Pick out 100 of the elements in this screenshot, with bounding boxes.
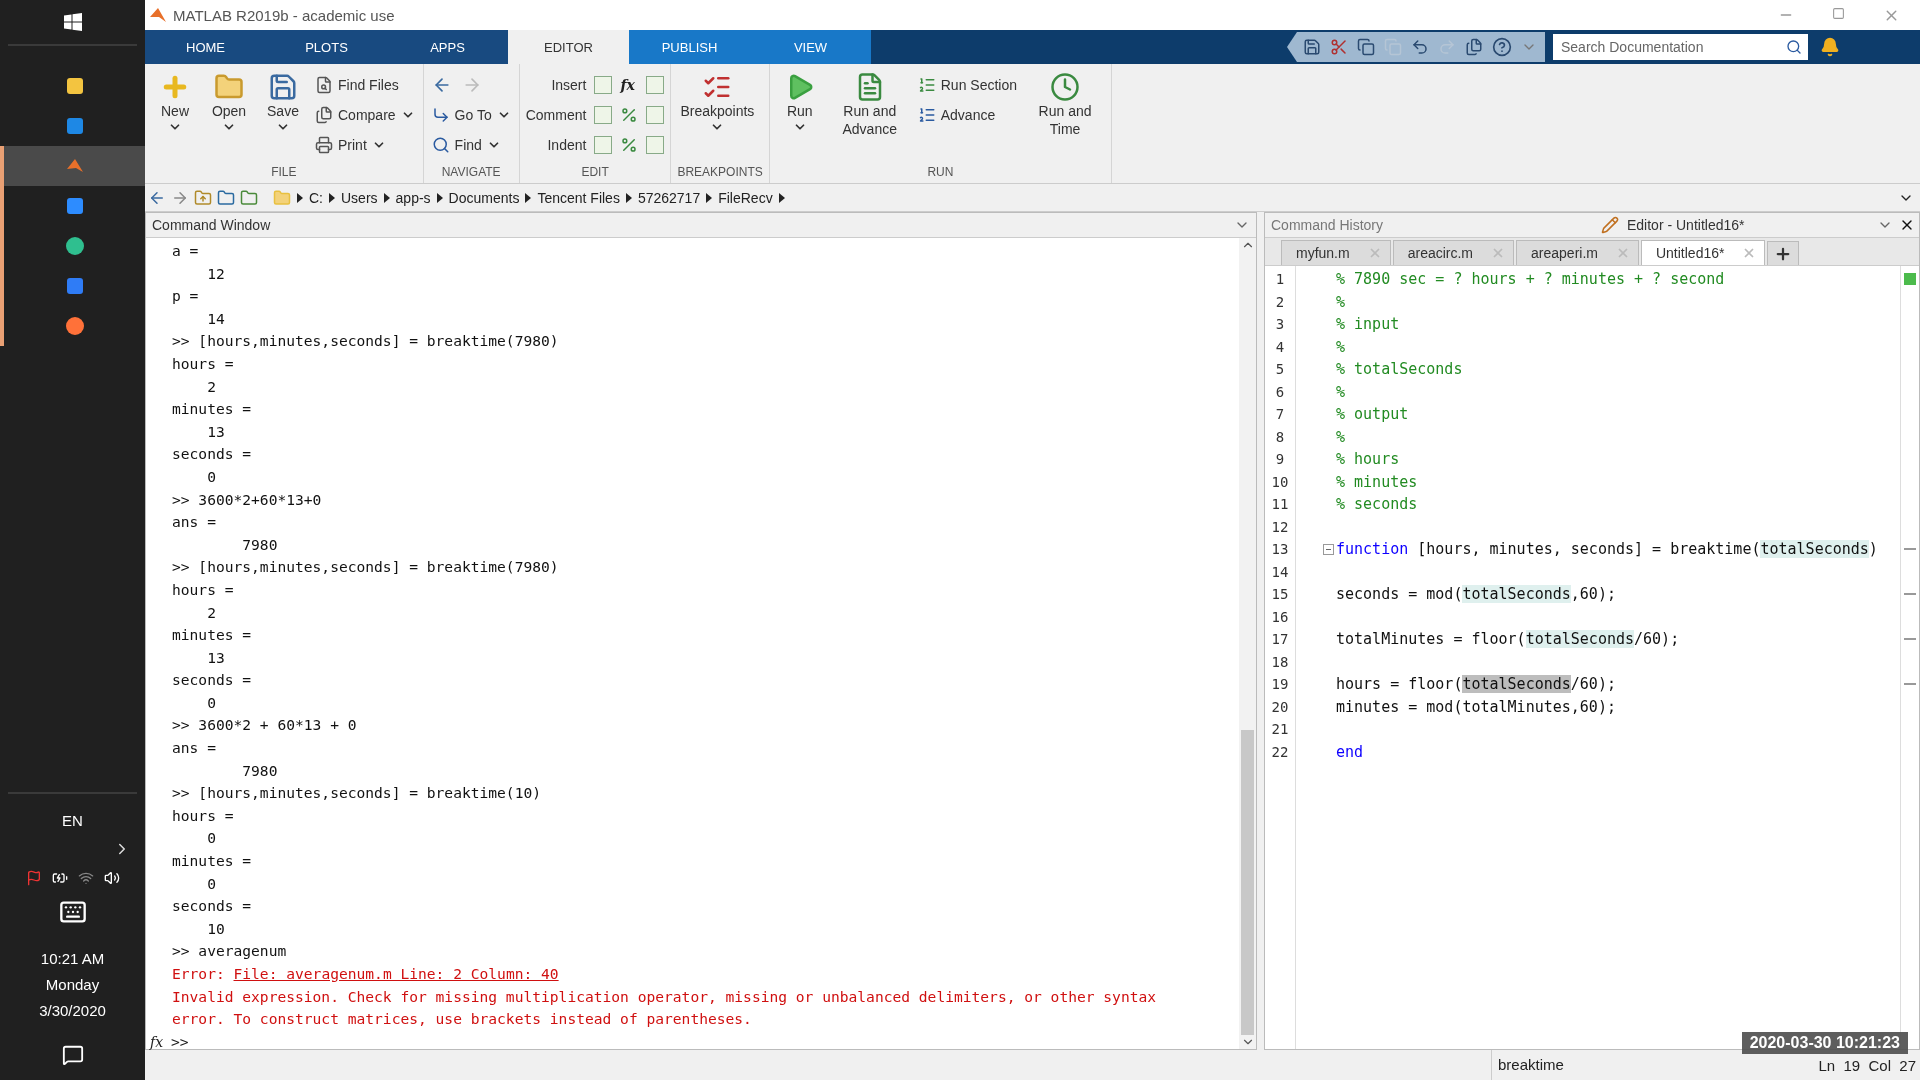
ribbon-button[interactable]: Open <box>205 68 253 138</box>
panel-title[interactable]: Command History <box>1265 217 1601 233</box>
app-icon[interactable] <box>64 236 85 256</box>
app-icon[interactable] <box>64 196 85 216</box>
percent-icon[interactable] <box>620 106 639 124</box>
ribbon-button[interactable]: Breakpoints <box>677 68 758 138</box>
bell-icon[interactable] <box>1820 37 1840 57</box>
console-line: >> [hours,minutes,seconds] = breaktime(7980) <box>172 331 560 352</box>
insert-function-button[interactable]: fx <box>620 77 639 93</box>
ribbon-button[interactable]: Find <box>429 132 513 158</box>
file-tab[interactable]: myfun.m <box>1281 240 1391 265</box>
panel-title: Command Window <box>152 217 271 233</box>
folder-up-icon[interactable] <box>194 188 212 207</box>
group-label: NAVIGATE <box>440 165 502 181</box>
panel-title: Editor - Untitled16* <box>1627 217 1745 233</box>
line-number: 9 <box>1274 450 1286 469</box>
line-number: 14 <box>1270 562 1290 582</box>
ribbon-button[interactable]: Run Section <box>915 72 1020 98</box>
path-segment[interactable]: Documents <box>448 189 520 206</box>
goto-icon <box>431 106 450 124</box>
ribbon-button[interactable]: New <box>151 68 199 138</box>
line-number: 21 <box>1270 720 1290 739</box>
separator-icon <box>777 192 786 203</box>
path-segment[interactable]: 57262717 <box>637 189 701 206</box>
ribbon-tab[interactable]: APPS <box>387 30 508 64</box>
console-line: >> 3600*2 + 60*13 + 0 <box>172 715 358 736</box>
code-line: % <box>1336 337 1346 356</box>
path-segment[interactable]: Users <box>341 189 378 206</box>
notification-icon[interactable] <box>61 1044 84 1066</box>
add-tab-button[interactable] <box>1767 241 1800 265</box>
ribbon-tab[interactable]: HOME <box>145 30 266 64</box>
code-line: function [hours, minutes, seconds] = breaktime(totalSeconds) <box>1336 540 1878 558</box>
ribbon-button[interactable]: Go To <box>429 102 513 128</box>
ribbon-button[interactable]: Save <box>259 68 307 138</box>
clock-day[interactable]: Monday <box>0 972 145 998</box>
app-icon[interactable] <box>64 116 85 136</box>
ribbon-button[interactable]: Advance <box>915 102 1020 128</box>
ribbon-button[interactable]: Find Files <box>313 72 417 98</box>
save-icon <box>268 72 298 102</box>
language-indicator[interactable]: EN <box>0 808 145 834</box>
line-number: 2 <box>1274 292 1286 312</box>
group-label: RUN <box>926 165 955 181</box>
copy-icon[interactable] <box>1357 38 1375 56</box>
clock-time[interactable]: 10:21 AM <box>0 946 145 972</box>
cut-icon[interactable] <box>1330 38 1348 56</box>
battery-icon[interactable] <box>51 870 68 886</box>
command-prompt[interactable]: >> <box>171 1030 189 1054</box>
console-line: >> [hours,minutes,seconds] = breaktime(10) <box>172 783 543 804</box>
file-tab[interactable]: Untitled16* <box>1640 240 1766 265</box>
console-line: a = <box>172 241 200 261</box>
windows-logo-icon[interactable] <box>63 13 82 31</box>
help-icon[interactable] <box>1492 37 1512 57</box>
folder-icon <box>273 188 291 207</box>
search-field[interactable]: Search Documentation <box>1553 34 1808 60</box>
path-segment[interactable]: Tencent Files <box>537 189 620 206</box>
app-icon[interactable] <box>64 316 85 336</box>
app-icon[interactable] <box>64 76 85 96</box>
console-line: ans = <box>172 738 217 759</box>
tray-icon[interactable] <box>25 870 42 886</box>
ribbon-tab[interactable]: PUBLISH <box>629 30 750 64</box>
folder-icon[interactable] <box>217 188 235 207</box>
path-segment[interactable]: C: <box>309 189 323 206</box>
volume-icon[interactable] <box>103 870 120 886</box>
code-line: % <box>1336 292 1346 311</box>
ribbon-button[interactable]: Run and Time <box>1025 68 1106 142</box>
restore-icon[interactable] <box>1832 6 1845 20</box>
fold-icon[interactable] <box>1323 543 1334 555</box>
file-tab[interactable]: areaperi.m <box>1516 240 1639 265</box>
scrollbar[interactable] <box>1239 238 1256 1049</box>
status-function: breaktime <box>1491 1050 1728 1080</box>
error-link[interactable]: File: averagenum.m Line: 2 Column: 40 <box>233 965 559 982</box>
clock-date[interactable]: 3/30/2020 <box>0 998 145 1024</box>
console-line: hours = <box>172 805 235 826</box>
separator-icon <box>328 192 336 203</box>
file-tab[interactable]: areacirc.m <box>1392 240 1515 265</box>
ribbon-button[interactable]: Compare <box>313 102 417 128</box>
percent-icon[interactable] <box>620 136 639 154</box>
ribbon-button[interactable]: Run <box>775 68 824 138</box>
code-line: minutes = mod(totalMinutes,60); <box>1336 697 1616 716</box>
app-icon[interactable] <box>64 276 85 296</box>
ribbon-button[interactable]: Run and Advance <box>829 68 910 142</box>
line-number: 13 <box>1270 540 1290 559</box>
console-line: hours = <box>172 353 235 374</box>
function-browser-button[interactable]: fx <box>150 1030 164 1054</box>
wifi-icon[interactable] <box>77 870 94 886</box>
save-icon[interactable] <box>1303 38 1321 56</box>
window-title: MATLAB R2019b - academic use <box>173 6 395 24</box>
path-segment[interactable]: FileRecv <box>718 189 773 206</box>
error-message: Error: File: averagenum.m Line: 2 Column: 40 <box>172 964 560 984</box>
undo-icon[interactable] <box>1411 38 1429 56</box>
folder-icon[interactable] <box>240 188 258 207</box>
search-icon[interactable] <box>1786 39 1802 55</box>
path-segment[interactable]: app-s <box>395 189 431 206</box>
ribbon-tab[interactable]: VIEW <box>750 30 871 64</box>
status-marker-icon <box>1904 273 1916 286</box>
separator-icon <box>296 192 304 203</box>
ribbon-button[interactable]: Print <box>313 132 417 158</box>
ribbon-tab[interactable]: PLOTS <box>266 30 387 64</box>
cursor-position: Ln 19 Col 27 <box>1818 1056 1917 1074</box>
ribbon-tab[interactable]: EDITOR <box>508 30 629 64</box>
